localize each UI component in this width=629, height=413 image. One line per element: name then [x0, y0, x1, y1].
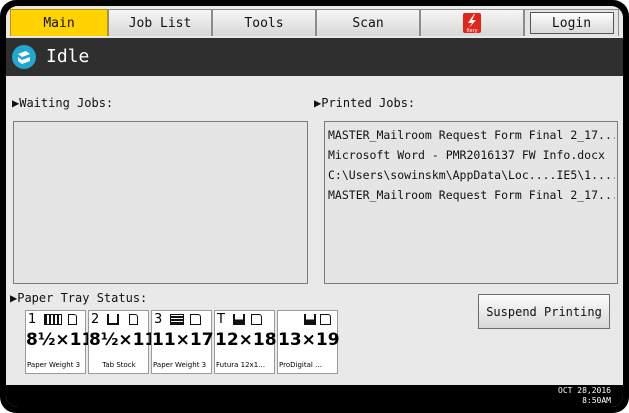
tray-1: 1 8½×11 Paper Weight 3: [25, 310, 94, 374]
paper-sheet-icon: [129, 314, 138, 325]
svg-text:fiery: fiery: [466, 28, 477, 33]
date-time: OCT 28,2016 8:50AM: [558, 386, 611, 406]
tab-tools[interactable]: Tools: [212, 9, 316, 36]
tab-scan-label: Scan: [352, 15, 384, 31]
paper-tray-status-label: ▶Paper Tray Status:: [10, 291, 148, 305]
fiery-logo-icon: fiery: [463, 13, 481, 33]
tray-low-icon: [233, 314, 245, 325]
tray-paper-size: 13×19: [278, 330, 340, 350]
time-text: 8:50AM: [582, 396, 611, 405]
device-panel-bezel: Main Job List Tools Scan fiery Login Idl…: [0, 0, 629, 413]
printer-status-icon: [12, 45, 36, 69]
tray-2: 2 8½×11 Tab Stock: [88, 310, 157, 374]
footer-bar: OCT 28,2016 8:50AM: [6, 385, 623, 407]
login-button-label: Login: [551, 15, 592, 31]
tray-paper-type: Paper Weight 3: [153, 361, 207, 369]
login-button[interactable]: Login: [529, 12, 614, 34]
tray-paper-type: Paper Weight 3: [27, 361, 81, 369]
tray-low-icon: [304, 314, 316, 325]
printed-job-item[interactable]: MASTER_Mailroom Request Form Final 2_17.…: [328, 125, 615, 145]
tray-3: 3 11×17 Paper Weight 3: [151, 310, 214, 374]
status-text: Idle: [46, 46, 90, 67]
waiting-jobs-label: ▶Waiting Jobs:: [12, 96, 114, 110]
paper-sheet-icon: [68, 314, 77, 325]
suspend-printing-button[interactable]: Suspend Printing: [478, 294, 610, 329]
tray-number: 2: [91, 312, 100, 327]
printed-job-item[interactable]: C:\Users\sowinskm\AppData\Loc....IE5\1..…: [328, 165, 615, 185]
tray-full-icon: [44, 314, 62, 325]
waiting-jobs-list[interactable]: [13, 121, 308, 284]
tray-paper-size: 11×17: [152, 330, 214, 350]
tray-paper-type: ProDigital …: [279, 361, 323, 369]
printed-job-item[interactable]: MASTER_Mailroom Request Form Final 2_17.…: [328, 185, 615, 205]
tray-paper-size: 8½×11: [89, 330, 157, 350]
tray-paper-type: Tab Stock: [102, 361, 136, 369]
printed-jobs-label: ▶Printed Jobs:: [314, 96, 416, 110]
tray-paper-size: 8½×11: [26, 330, 94, 350]
tab-main[interactable]: Main: [10, 9, 108, 36]
status-header: Idle: [6, 38, 623, 76]
tab-job-list[interactable]: Job List: [108, 9, 212, 36]
date-text: OCT 28,2016: [558, 386, 611, 395]
tray-full-icon: [170, 314, 184, 325]
tray-number: 3: [154, 312, 163, 327]
tab-fiery[interactable]: fiery: [420, 9, 524, 36]
tab-bar: Main Job List Tools Scan fiery Login: [6, 6, 623, 38]
tab-scan[interactable]: Scan: [316, 9, 420, 36]
tab-main-label: Main: [43, 15, 75, 31]
tab-login: Login: [524, 9, 619, 36]
paper-sheet-icon: [320, 314, 331, 325]
printed-jobs-list[interactable]: MASTER_Mailroom Request Form Final 2_17.…: [324, 121, 618, 284]
paper-sheet-icon: [251, 314, 262, 325]
tray-paper-type: Futura 12x1…: [216, 361, 266, 369]
suspend-printing-label: Suspend Printing: [486, 304, 602, 319]
paper-sheet-icon: [190, 314, 201, 325]
tray-paper-size: 12×18: [215, 330, 277, 350]
printed-job-item[interactable]: Microsoft Word - PMR2016137 FW Info.docx: [328, 145, 615, 165]
tab-tools-label: Tools: [244, 15, 284, 31]
tray-5: 13×19 ProDigital …: [277, 310, 340, 374]
tray-empty-icon: [107, 314, 119, 325]
tray-t: T 12×18 Futura 12x1…: [214, 310, 277, 374]
tray-number: T: [217, 312, 225, 327]
tray-number: 1: [28, 312, 37, 327]
tab-job-list-label: Job List: [128, 15, 192, 31]
device-screen: Main Job List Tools Scan fiery Login Idl…: [6, 6, 623, 407]
